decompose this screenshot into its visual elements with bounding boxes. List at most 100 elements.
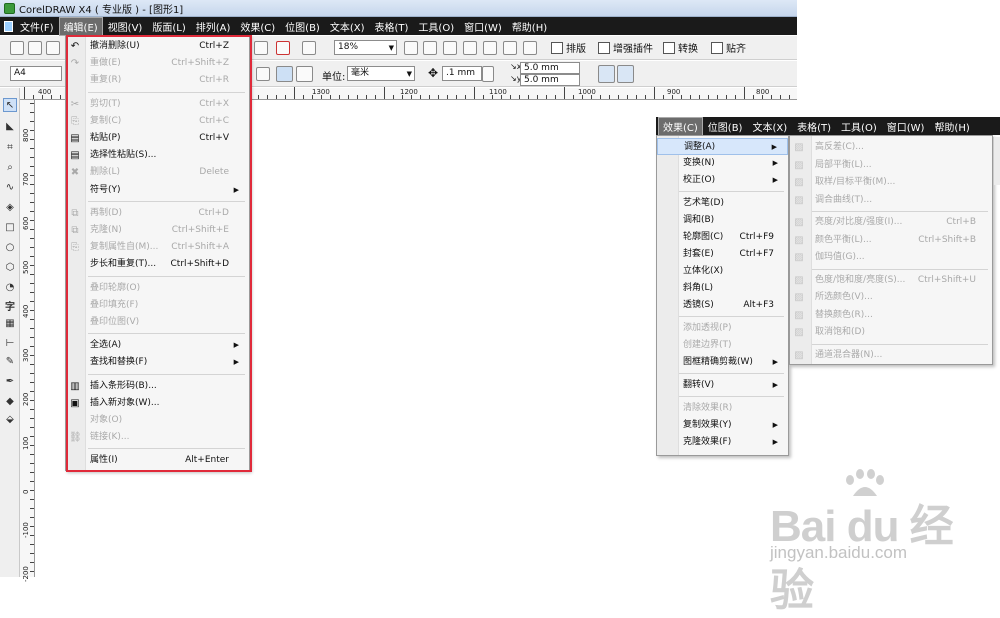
ruler-v-label: 500 — [22, 260, 30, 274]
new-document-icon[interactable] — [10, 41, 24, 55]
ruler-v-tick — [30, 562, 34, 563]
effects_menu-item-16[interactable]: 翻转(V) ▶ — [657, 377, 788, 394]
crop-tool-icon[interactable]: ⌗ — [3, 140, 17, 154]
menu2-2[interactable]: 文本(X) — [747, 117, 792, 136]
nudge-spinner[interactable] — [482, 66, 494, 82]
plugins-button[interactable]: 增强插件 — [598, 40, 653, 55]
adjust_menu-item-2[interactable]: 取样/目标平衡(M)... ▨ — [790, 174, 992, 191]
menu-6[interactable]: 位图(B) — [280, 17, 325, 36]
layout-button[interactable]: 排版 — [551, 40, 586, 55]
effects_menu-item-9[interactable]: 斜角(L) — [657, 280, 788, 297]
basic-shapes-icon[interactable]: ◔ — [3, 280, 17, 294]
menu-11[interactable]: 帮助(H) — [507, 17, 552, 36]
effects_menu-item-2[interactable]: 校正(O) ▶ — [657, 172, 788, 189]
export-icon[interactable] — [254, 41, 268, 55]
menu2-3[interactable]: 表格(T) — [792, 117, 836, 136]
duplicate-x-input[interactable]: 5.0 mm — [520, 62, 580, 74]
smart-fill-icon[interactable]: ◈ — [3, 200, 17, 214]
effects_menu-item-0[interactable]: 调整(A) ▶ — [657, 138, 788, 155]
application-launcher-icon[interactable] — [276, 41, 290, 55]
zoom-tool-icon[interactable]: ⌕ — [3, 160, 17, 174]
treat-as-filled-icon[interactable] — [598, 65, 615, 83]
adjust_menu-item-6[interactable]: 颜色平衡(L)... Ctrl+Shift+B ▨ — [790, 232, 992, 249]
effects_menu-item-8[interactable]: 立体化(X) — [657, 263, 788, 280]
table-tool-icon[interactable]: ▦ — [3, 316, 17, 330]
adjust_menu-item-9[interactable]: 色度/饱和度/亮度(S)... Ctrl+Shift+U ▨ — [790, 272, 992, 289]
text-tool-icon[interactable]: 字 — [3, 298, 17, 313]
menu-10[interactable]: 窗口(W) — [459, 17, 507, 36]
draw-wireframe-icon[interactable] — [617, 65, 634, 83]
effects_menu-item-1[interactable]: 变换(N) ▶ — [657, 155, 788, 172]
menu2-5[interactable]: 窗口(W) — [882, 117, 930, 136]
page-size-select[interactable]: A4 — [10, 66, 62, 81]
menu-2[interactable]: 视图(V) — [103, 17, 148, 36]
all-pages-icon[interactable] — [276, 66, 293, 82]
effects_menu-item-13[interactable]: 创建边界(T) — [657, 337, 788, 354]
menu-0[interactable]: 文件(F) — [15, 17, 59, 36]
adjust_menu-item-14[interactable]: 通道混合器(N)... ▨ — [790, 347, 992, 364]
unit-select[interactable]: 毫米 ▼ — [347, 66, 415, 81]
portrait-icon[interactable] — [256, 67, 270, 81]
adjust_menu-item-3[interactable]: 调合曲线(T)... ▨ — [790, 192, 992, 209]
zoom-in-icon[interactable] — [404, 41, 418, 55]
adjust_menu-item-1[interactable]: 局部平衡(L)... ▨ — [790, 157, 992, 174]
ruler-h-tick — [276, 95, 277, 99]
zoom-out-icon[interactable] — [423, 41, 437, 55]
zoom-width-icon[interactable] — [503, 41, 517, 55]
duplicate-y-input[interactable]: 5.0 mm — [520, 74, 580, 86]
zoom-all-icon[interactable] — [463, 41, 477, 55]
eyedropper-icon[interactable]: ✎ — [3, 354, 17, 368]
effects_menu-item-20[interactable]: 克隆效果(F) ▶ — [657, 434, 788, 451]
effects_menu-item-10[interactable]: 透镜(S) Alt+F3 — [657, 297, 788, 314]
menu-1[interactable]: 编辑(E) — [58, 16, 103, 36]
menu-5[interactable]: 效果(C) — [235, 17, 280, 36]
effects_menu-item-5[interactable]: 调和(B) — [657, 212, 788, 229]
menu-8[interactable]: 表格(T) — [370, 17, 414, 36]
menu-7[interactable]: 文本(X) — [325, 17, 370, 36]
welcome-screen-icon[interactable] — [302, 41, 316, 55]
effects_menu-item-4[interactable]: 艺术笔(D) — [657, 195, 788, 212]
adjust_menu-item-10[interactable]: 所选颜色(V)... ▨ — [790, 289, 992, 306]
effects_menu-item-7[interactable]: 封套(E) Ctrl+F7 — [657, 246, 788, 263]
effects_menu-item-12[interactable]: 添加透视(P) — [657, 320, 788, 337]
adjust-effect-icon: ▨ — [794, 252, 804, 263]
menu-3[interactable]: 版面(L) — [147, 17, 190, 36]
adjust_menu-item-11[interactable]: 替换颜色(R)... ▨ — [790, 307, 992, 324]
current-page-icon[interactable] — [296, 66, 313, 82]
fill-tool-icon[interactable]: ◆ — [3, 394, 17, 408]
pick-tool-icon[interactable]: ↖ — [3, 98, 17, 112]
adjust_menu-item-5[interactable]: 亮度/对比度/强度(I)... Ctrl+B ▨ — [790, 214, 992, 231]
zoom-page-icon[interactable] — [483, 41, 497, 55]
menu2-1[interactable]: 位图(B) — [703, 117, 748, 136]
rectangle-tool-icon[interactable]: □ — [3, 220, 17, 234]
menu2-6[interactable]: 帮助(H) — [929, 117, 974, 136]
effects_menu-item-6[interactable]: 轮廓图(C) Ctrl+F9 — [657, 229, 788, 246]
interactive-fill-icon[interactable]: ⬙ — [3, 412, 17, 426]
save-icon[interactable] — [46, 41, 60, 55]
convert-button[interactable]: 转换 — [663, 40, 698, 55]
polygon-tool-icon[interactable]: ⬡ — [3, 260, 17, 274]
ellipse-tool-icon[interactable]: ○ — [3, 240, 17, 254]
adjust_menu-item-0[interactable]: 高反差(C)... ▨ — [790, 139, 992, 156]
vertical-ruler[interactable]: 800 700 600 500 400 300 200 100 0 -100 -200 — [20, 100, 35, 582]
effects_menu-item-19[interactable]: 复制效果(Y) ▶ — [657, 417, 788, 434]
menu2-0[interactable]: 效果(C) — [658, 116, 703, 136]
adjust_menu-item-7[interactable]: 伽玛值(G)... ▨ — [790, 249, 992, 266]
menu-4[interactable]: 排列(A) — [191, 17, 236, 36]
shape-tool-icon[interactable]: ◣ — [3, 119, 17, 133]
dimension-tool-icon[interactable]: ⊢ — [3, 336, 17, 350]
nudge-input[interactable]: .1 mm — [442, 66, 482, 81]
document-icon[interactable] — [4, 20, 13, 32]
zoom-select[interactable]: 18% ▼ — [334, 40, 397, 55]
menu2-4[interactable]: 工具(O) — [836, 117, 882, 136]
snap-button[interactable]: 贴齐 — [711, 40, 746, 55]
zoom-selected-icon[interactable] — [443, 41, 457, 55]
effects_menu-item-14[interactable]: 图框精确剪裁(W) ▶ — [657, 354, 788, 371]
outline-tool-icon[interactable]: ✒ — [3, 374, 17, 388]
zoom-height-icon[interactable] — [523, 41, 537, 55]
open-icon[interactable] — [28, 41, 42, 55]
adjust_menu-item-12[interactable]: 取消饱和(D) ▨ — [790, 324, 992, 341]
menu-9[interactable]: 工具(O) — [413, 17, 459, 36]
effects_menu-item-18[interactable]: 清除效果(R) — [657, 400, 788, 417]
freehand-tool-icon[interactable]: ∿ — [3, 180, 17, 194]
